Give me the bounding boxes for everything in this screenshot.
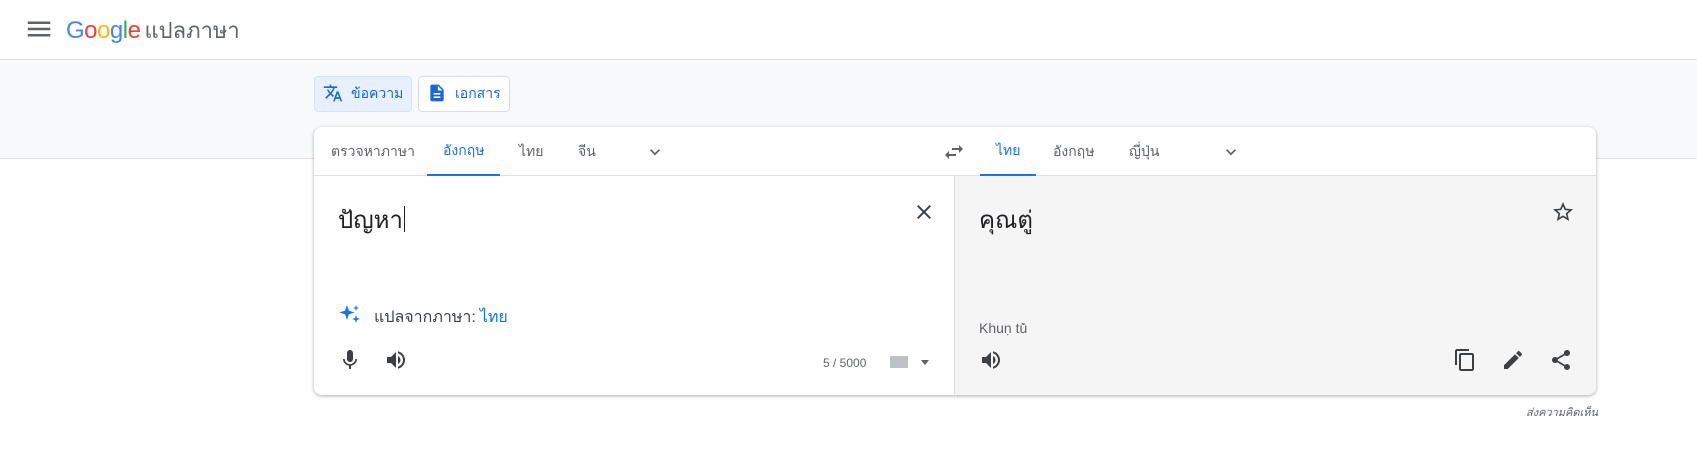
source-speaker-icon[interactable] [384,348,408,372]
input-tools-dropdown-icon[interactable] [921,360,929,365]
detected-language-suggestion: แปลจากภาษา: ไทย [338,303,508,332]
top-bar: Google แปลภาษา [0,0,1697,60]
target-more-languages-chevron-icon[interactable] [1221,142,1241,162]
target-pane: คุณตู่ Khuṇ tū̀ [954,176,1596,395]
wordmark-letter: e [127,17,141,44]
sparkle-icon [338,303,362,332]
google-translate-logo[interactable]: Google แปลภาษา [66,13,240,48]
detected-language-link[interactable]: ไทย [480,305,508,330]
document-mode-button[interactable]: เอกสาร [418,76,510,112]
language-bar: ตรวจหาภาษา อังกฤษ ไทย จีน ไทย อังกฤษ ญี่… [314,127,1596,176]
save-star-icon[interactable] [1551,200,1575,224]
menu-icon[interactable] [24,14,54,44]
detect-prefix: แปลจากภาษา: [374,309,476,326]
share-icon[interactable] [1549,348,1573,372]
translate-card: ตรวจหาภาษา อังกฤษ ไทย จีน ไทย อังกฤษ ญี่… [314,127,1596,395]
source-tab-thai[interactable]: ไทย [519,127,543,176]
target-tab-thai[interactable]: ไทย [980,127,1037,176]
wordmark-letter: o [84,17,98,44]
document-icon [427,83,447,106]
clear-source-icon[interactable] [912,200,936,224]
google-wordmark: Google [66,17,141,45]
wordmark-letter: g [109,17,123,44]
product-name: แปลภาษา [144,18,240,43]
source-tab-detect[interactable]: ตรวจหาภาษา [331,127,415,176]
source-text-input[interactable]: ปัญหา [338,200,405,239]
translate-icon [323,83,343,106]
wordmark-letter: o [97,17,110,44]
text-mode-button[interactable]: ข้อความ [314,76,412,112]
target-speaker-icon[interactable] [979,348,1003,372]
source-text: ปัญหา [338,207,403,234]
microphone-icon[interactable] [338,348,362,372]
target-tab-japanese[interactable]: ญี่ปุ่น [1129,127,1159,176]
translation-text: คุณตู่ [979,207,1033,234]
edit-pencil-icon[interactable] [1501,348,1525,372]
character-count: 5 / 5000 [823,356,867,370]
target-tab-english[interactable]: อังกฤษ [1053,127,1094,176]
document-mode-label: เอกสาร [455,85,501,101]
source-pane: ปัญหา แปลจากภาษา: ไทย 5 / 5000 [314,176,954,395]
wordmark-letter: G [66,17,85,44]
text-caret [403,206,405,232]
source-tab-english[interactable]: อังกฤษ [427,127,501,176]
source-more-languages-chevron-icon[interactable] [645,142,665,162]
source-tab-chinese[interactable]: จีน [578,127,596,176]
text-mode-label: ข้อความ [351,85,404,101]
swap-languages-icon[interactable] [942,140,966,164]
keyboard-icon[interactable] [890,356,908,368]
copy-icon[interactable] [1453,348,1477,372]
transliteration: Khuṇ tū̀ [979,320,1028,336]
send-feedback-link[interactable]: ส่งความคิดเห็น [1526,403,1598,421]
